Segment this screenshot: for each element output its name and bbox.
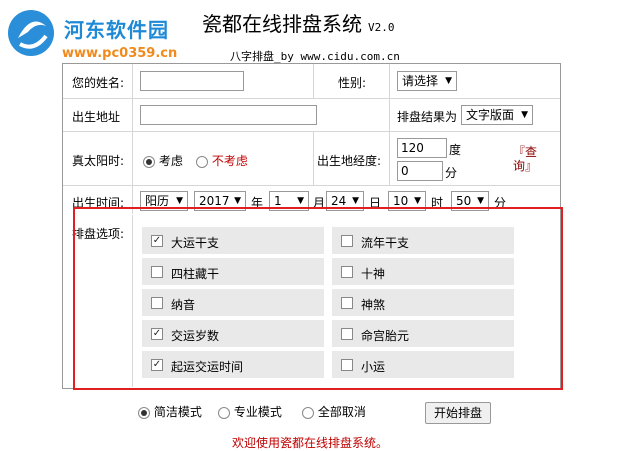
- radio-on-icon[interactable]: [143, 155, 155, 168]
- radio-off-icon[interactable]: [218, 406, 230, 419]
- clear-all-option[interactable]: 全部取消: [302, 403, 366, 420]
- result-format-value: 文字版面: [466, 108, 515, 122]
- result-format-select[interactable]: 文字版面 ▼: [461, 105, 533, 125]
- calendar-value: 阳历: [145, 194, 170, 208]
- name-input[interactable]: [140, 71, 244, 91]
- page-title: 瓷都在线排盘系统 V2.0: [202, 8, 395, 37]
- solar-ignore-option[interactable]: 不考虑: [196, 152, 248, 169]
- year-value: 2017: [199, 194, 230, 208]
- solar-consider-option[interactable]: 考虑: [143, 152, 183, 169]
- watermark-site-name: 河东软件园: [64, 18, 169, 42]
- dropdown-arrow-icon: ▼: [445, 76, 452, 86]
- clear-all-label: 全部取消: [317, 405, 366, 419]
- mode-pro-option[interactable]: 专业模式: [218, 403, 282, 420]
- solar-ignore-label: 不考虑: [211, 154, 248, 168]
- solar-time-row: 真太阳时: 考虑 不考虑 出生地经度: 120 度 0 分 『查询』: [63, 132, 560, 186]
- lookup-link[interactable]: 『查询』: [513, 145, 539, 173]
- minute-unit: 分: [445, 166, 458, 180]
- gender-value: 请选择: [402, 74, 439, 88]
- month-value: 1: [274, 194, 282, 208]
- title-text: 瓷都在线排盘系统: [202, 12, 362, 36]
- dropdown-arrow-icon: ▼: [521, 110, 528, 120]
- birthplace-label: 出生地址: [72, 110, 121, 124]
- radio-on-icon[interactable]: [138, 406, 150, 419]
- start-chart-button[interactable]: 开始排盘: [425, 402, 491, 424]
- solar-time-label: 真太阳时:: [72, 154, 125, 168]
- mode-pro-label: 专业模式: [233, 405, 282, 419]
- gender-select[interactable]: 请选择 ▼: [397, 71, 457, 91]
- radio-off-icon[interactable]: [196, 155, 208, 168]
- page-subtitle: 八字排盘_by www.cidu.com.cn: [230, 50, 400, 63]
- birthplace-row: 出生地址 排盘结果为 文字版面 ▼: [63, 99, 560, 132]
- minute-value: 50: [456, 194, 472, 208]
- welcome-message: 欢迎使用瓷都在线排盘系统。: [232, 436, 389, 450]
- mode-simple-label: 简洁模式: [153, 405, 202, 419]
- watermark-url: www.pc0359.cn: [62, 46, 178, 61]
- longitude-minute-input[interactable]: 0: [397, 161, 443, 181]
- longitude-degree-input[interactable]: 120: [397, 138, 447, 158]
- hour-value: 10: [393, 194, 409, 208]
- radio-off-icon[interactable]: [302, 406, 314, 419]
- longitude-label: 出生地经度:: [317, 154, 382, 168]
- name-label: 您的姓名:: [72, 76, 125, 90]
- name-row: 您的姓名: 性别: 请选择 ▼: [63, 64, 560, 99]
- result-format-label: 排盘结果为: [397, 110, 458, 124]
- mode-simple-option[interactable]: 简洁模式: [138, 403, 202, 420]
- highlight-box: [73, 207, 563, 390]
- degree-unit: 度: [449, 143, 462, 157]
- version-label: V2.0: [368, 21, 395, 34]
- birthplace-input[interactable]: [140, 105, 317, 125]
- gender-label: 性别:: [338, 76, 367, 90]
- day-value: 24: [331, 194, 347, 208]
- solar-consider-label: 考虑: [158, 154, 183, 168]
- site-logo-icon: [8, 10, 54, 56]
- watermark: 河东软件园 www.pc0359.cn: [4, 6, 204, 66]
